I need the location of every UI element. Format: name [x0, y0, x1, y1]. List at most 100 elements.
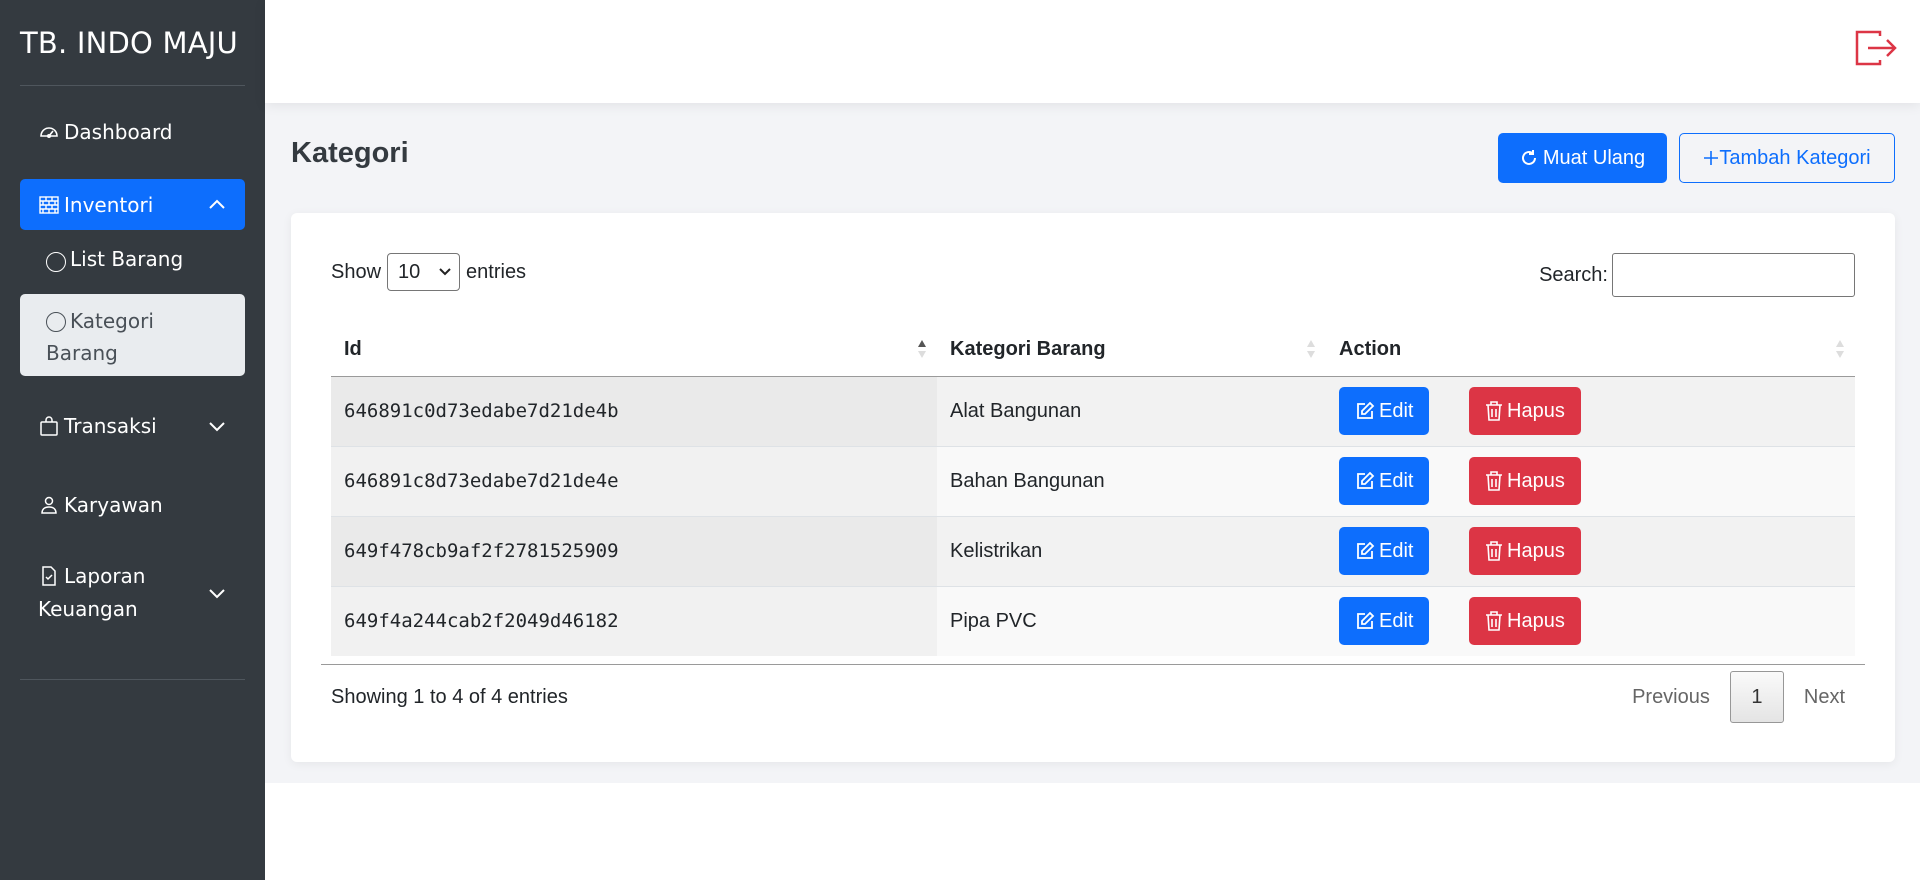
sidebar-item-label: Inventori	[64, 192, 154, 217]
edit-button[interactable]: Edit	[1339, 457, 1430, 505]
sidebar-subitem-kategori-barang[interactable]: Kategori Barang	[20, 294, 245, 376]
table-row: 649f478cb9af2f2781525909 Kelistrikan Edi…	[331, 516, 1855, 587]
sidebar-item-label: Laporan Keuangan	[38, 560, 146, 626]
sort-icon	[1836, 340, 1844, 359]
cell-action: Edit Hapus	[1326, 586, 1855, 656]
edit-icon	[1357, 541, 1375, 559]
circle-icon	[46, 312, 66, 332]
label-line-2: Barang	[46, 341, 118, 365]
sidebar-subitem-label: List Barang	[70, 247, 184, 271]
page-title: Kategori	[291, 137, 409, 169]
column-header-id[interactable]: Id	[331, 323, 937, 377]
chevron-up-icon	[209, 199, 225, 209]
column-label: Action	[1339, 337, 1402, 360]
table-bottom-border	[321, 664, 1865, 665]
reload-label: Muat Ulang	[1542, 146, 1646, 169]
cell-id: 649f478cb9af2f2781525909	[331, 516, 937, 587]
cell-action: Edit Hapus	[1326, 516, 1855, 587]
sort-asc-icon	[918, 340, 926, 359]
logout-icon[interactable]	[1854, 28, 1898, 68]
add-category-label: Tambah Kategori	[1719, 146, 1871, 169]
category-card: Show 10 entries Search: Id Kategori Bara…	[291, 213, 1895, 762]
file-check-icon	[38, 565, 60, 587]
table-row: 649f4a244cab2f2049d46182 Pipa PVC Edit H…	[331, 586, 1855, 656]
edit-label: Edit	[1379, 399, 1414, 422]
edit-icon	[1357, 471, 1375, 489]
show-label: Show	[331, 260, 382, 283]
pagination: Previous 1 Next	[1612, 671, 1865, 723]
trash-icon	[1486, 471, 1503, 491]
edit-label: Edit	[1379, 539, 1414, 562]
edit-button[interactable]: Edit	[1339, 527, 1430, 575]
main-content: Kategori Muat Ulang Tambah Kategori Show…	[265, 103, 1920, 783]
column-header-kategori[interactable]: Kategori Barang	[937, 323, 1326, 377]
trash-icon	[1486, 541, 1503, 561]
add-category-button[interactable]: Tambah Kategori	[1679, 133, 1895, 183]
table-row: 646891c0d73edabe7d21de4b Alat Bangunan E…	[331, 376, 1855, 447]
page-length-value: 10	[398, 260, 421, 283]
previous-page-button[interactable]: Previous	[1612, 671, 1730, 723]
column-label: Id	[344, 337, 362, 360]
sidebar-subitem-label: Kategori Barang	[46, 305, 154, 369]
label-line-2: Keuangan	[38, 597, 138, 621]
delete-label: Hapus	[1507, 609, 1565, 632]
cell-id: 646891c8d73edabe7d21de4e	[331, 446, 937, 517]
sidebar-item-dashboard[interactable]: Dashboard	[20, 112, 245, 152]
entries-label: entries	[466, 260, 527, 283]
cell-kategori: Kelistrikan	[937, 516, 1326, 587]
person-icon	[38, 494, 60, 516]
cell-id: 646891c0d73edabe7d21de4b	[331, 376, 937, 447]
sidebar-item-transaksi[interactable]: Transaksi	[20, 406, 245, 446]
reload-button[interactable]: Muat Ulang	[1498, 133, 1667, 183]
sidebar-item-inventori[interactable]: Inventori	[20, 179, 245, 230]
sidebar-item-label: Transaksi	[64, 414, 157, 438]
column-label: Kategori Barang	[950, 337, 1106, 360]
delete-button[interactable]: Hapus	[1469, 527, 1581, 575]
label-line-1: Kategori	[70, 309, 154, 333]
delete-button[interactable]: Hapus	[1469, 457, 1581, 505]
sidebar-item-laporan-keuangan[interactable]: Laporan Keuangan	[20, 560, 245, 626]
label-line-1: Laporan	[64, 564, 146, 588]
sidebar-item-karyawan[interactable]: Karyawan	[20, 485, 245, 525]
page-length-select[interactable]: 10	[387, 253, 461, 291]
category-table: Id Kategori Barang Action 646891c0d73eda	[331, 323, 1855, 656]
edit-button[interactable]: Edit	[1339, 387, 1430, 435]
page-button-current[interactable]: 1	[1729, 671, 1784, 723]
sidebar-divider	[20, 85, 245, 86]
next-page-button[interactable]: Next	[1784, 671, 1865, 723]
trash-icon	[1486, 611, 1503, 632]
cell-kategori: Bahan Bangunan	[937, 446, 1326, 517]
cell-kategori: Alat Bangunan	[937, 376, 1326, 447]
cell-action: Edit Hapus	[1326, 376, 1855, 447]
delete-label: Hapus	[1507, 469, 1565, 492]
sidebar-item-label: Dashboard	[64, 120, 173, 144]
table-header-row: Id Kategori Barang Action	[331, 323, 1855, 377]
edit-button[interactable]: Edit	[1339, 597, 1430, 646]
cell-id: 649f4a244cab2f2049d46182	[331, 586, 937, 656]
bag-icon	[38, 415, 60, 437]
sidebar-subitem-list-barang[interactable]: List Barang	[20, 247, 245, 277]
sidebar: TB. INDO MAJU Dashboard Inventori List B…	[0, 0, 265, 880]
sidebar-item-label: Karyawan	[64, 493, 163, 517]
speedometer-icon	[38, 121, 60, 143]
circle-icon	[46, 252, 66, 272]
sidebar-divider	[20, 679, 245, 680]
edit-label: Edit	[1379, 469, 1414, 492]
search-label: Search:	[1539, 263, 1608, 286]
edit-label: Edit	[1379, 609, 1414, 632]
delete-label: Hapus	[1507, 539, 1565, 562]
delete-button[interactable]: Hapus	[1469, 387, 1581, 435]
chevron-down-icon	[209, 422, 225, 432]
chevron-down-icon	[439, 268, 451, 276]
trash-icon	[1486, 401, 1503, 421]
bricks-icon	[38, 194, 60, 216]
search-input[interactable]	[1612, 253, 1855, 297]
brand-title: TB. INDO MAJU	[20, 26, 238, 60]
page-length-control: Show 10 entries	[331, 253, 526, 291]
delete-button[interactable]: Hapus	[1469, 597, 1581, 646]
table-info: Showing 1 to 4 of 4 entries	[331, 686, 568, 708]
cell-kategori: Pipa PVC	[937, 586, 1326, 656]
column-header-action[interactable]: Action	[1326, 323, 1855, 377]
top-bar	[265, 0, 1920, 103]
table-row: 646891c8d73edabe7d21de4e Bahan Bangunan …	[331, 446, 1855, 517]
